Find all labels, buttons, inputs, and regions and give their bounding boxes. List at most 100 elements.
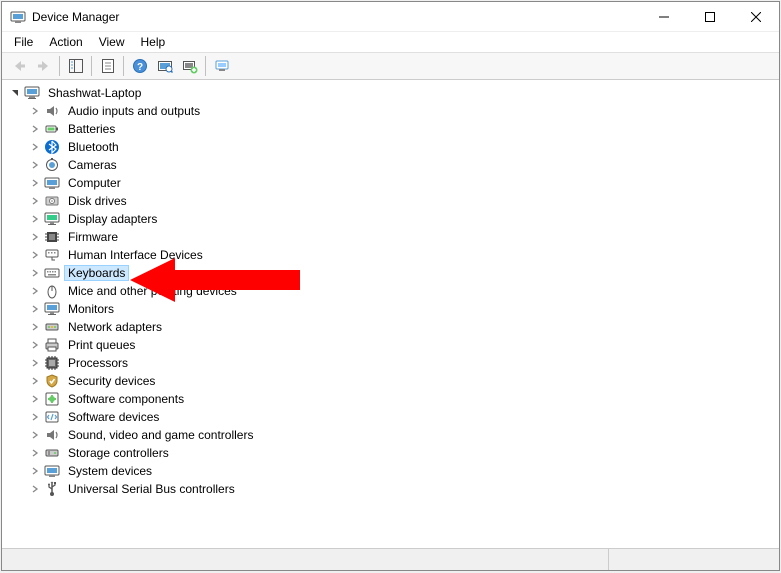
audio-icon bbox=[44, 103, 60, 119]
tree-category-node[interactable]: Human Interface Devices bbox=[2, 246, 779, 264]
tree-category-node[interactable]: Print queues bbox=[2, 336, 779, 354]
tree-category-node[interactable]: Firmware bbox=[2, 228, 779, 246]
tree-item-label: Print queues bbox=[64, 337, 139, 353]
menu-view[interactable]: View bbox=[91, 33, 133, 51]
computer-icon bbox=[44, 175, 60, 191]
tree-category-node[interactable]: Sound, video and game controllers bbox=[2, 426, 779, 444]
tree-item-label: System devices bbox=[64, 463, 156, 479]
tree-root-node[interactable]: Shashwat-Laptop bbox=[2, 84, 779, 102]
tree-item-label: Firmware bbox=[64, 229, 122, 245]
chevron-right-icon[interactable] bbox=[28, 158, 42, 172]
chevron-right-icon[interactable] bbox=[28, 140, 42, 154]
menubar: File Action View Help bbox=[2, 32, 779, 52]
tree-item-label: Processors bbox=[64, 355, 132, 371]
software-component-icon bbox=[44, 391, 60, 407]
chevron-right-icon[interactable] bbox=[28, 446, 42, 460]
device-tree[interactable]: Shashwat-Laptop Audio inputs and outputs… bbox=[2, 80, 779, 548]
tree-item-label: Mice and other pointing devices bbox=[64, 283, 241, 299]
devices-by-connection-button[interactable] bbox=[210, 55, 233, 77]
bluetooth-icon bbox=[44, 139, 60, 155]
chevron-right-icon[interactable] bbox=[28, 482, 42, 496]
tree-category-node[interactable]: Audio inputs and outputs bbox=[2, 102, 779, 120]
statusbar bbox=[2, 548, 779, 570]
chevron-right-icon[interactable] bbox=[28, 302, 42, 316]
chevron-right-icon[interactable] bbox=[28, 428, 42, 442]
toolbar: ? bbox=[2, 52, 779, 80]
tree-category-node[interactable]: System devices bbox=[2, 462, 779, 480]
tree-category-node[interactable]: Cameras bbox=[2, 156, 779, 174]
statusbar-cell bbox=[2, 549, 609, 570]
device-manager-window: Device Manager File Action View Help bbox=[1, 1, 780, 571]
camera-icon bbox=[44, 157, 60, 173]
tree-item-label: Software devices bbox=[64, 409, 163, 425]
chevron-right-icon[interactable] bbox=[28, 356, 42, 370]
chevron-right-icon[interactable] bbox=[28, 104, 42, 118]
toolbar-separator bbox=[59, 56, 60, 76]
tree-root-label: Shashwat-Laptop bbox=[44, 85, 145, 101]
chevron-right-icon[interactable] bbox=[28, 194, 42, 208]
chevron-right-icon[interactable] bbox=[28, 212, 42, 226]
help-button[interactable]: ? bbox=[128, 55, 151, 77]
menu-file[interactable]: File bbox=[6, 33, 41, 51]
cpu-icon bbox=[44, 355, 60, 371]
tree-item-label: Audio inputs and outputs bbox=[64, 103, 204, 119]
tree-item-label: Disk drives bbox=[64, 193, 131, 209]
tree-item-label: Cameras bbox=[64, 157, 121, 173]
minimize-button[interactable] bbox=[641, 2, 687, 32]
tree-category-node[interactable]: Software components bbox=[2, 390, 779, 408]
tree-category-node[interactable]: Network adapters bbox=[2, 318, 779, 336]
toolbar-separator bbox=[91, 56, 92, 76]
keyboard-icon bbox=[44, 265, 60, 281]
chevron-right-icon[interactable] bbox=[28, 266, 42, 280]
display-icon bbox=[44, 211, 60, 227]
properties-button[interactable] bbox=[96, 55, 119, 77]
tree-item-label: Storage controllers bbox=[64, 445, 173, 461]
tree-children: Audio inputs and outputsBatteriesBluetoo… bbox=[2, 102, 779, 498]
tree-item-label: Sound, video and game controllers bbox=[64, 427, 257, 443]
chevron-right-icon[interactable] bbox=[28, 410, 42, 424]
chevron-right-icon[interactable] bbox=[28, 338, 42, 352]
chevron-down-icon[interactable] bbox=[8, 86, 22, 100]
tree-item-label: Keyboards bbox=[64, 265, 129, 281]
close-button[interactable] bbox=[733, 2, 779, 32]
chevron-right-icon[interactable] bbox=[28, 374, 42, 388]
scan-hardware-button[interactable] bbox=[153, 55, 176, 77]
tree-category-node[interactable]: Batteries bbox=[2, 120, 779, 138]
tree-category-node[interactable]: Monitors bbox=[2, 300, 779, 318]
tree-item-label: Computer bbox=[64, 175, 125, 191]
statusbar-cell bbox=[609, 549, 779, 570]
svg-text:?: ? bbox=[136, 62, 142, 73]
tree-category-node[interactable]: Software devices bbox=[2, 408, 779, 426]
sound-icon bbox=[44, 427, 60, 443]
menu-help[interactable]: Help bbox=[133, 33, 174, 51]
mouse-icon bbox=[44, 283, 60, 299]
chevron-right-icon[interactable] bbox=[28, 284, 42, 298]
tree-category-node[interactable]: Disk drives bbox=[2, 192, 779, 210]
window-title: Device Manager bbox=[32, 10, 119, 24]
tree-category-node[interactable]: Universal Serial Bus controllers bbox=[2, 480, 779, 498]
tree-category-node[interactable]: Mice and other pointing devices bbox=[2, 282, 779, 300]
tree-item-label: Display adapters bbox=[64, 211, 161, 227]
maximize-button[interactable] bbox=[687, 2, 733, 32]
tree-item-label: Monitors bbox=[64, 301, 118, 317]
chevron-right-icon[interactable] bbox=[28, 320, 42, 334]
chevron-right-icon[interactable] bbox=[28, 230, 42, 244]
chevron-right-icon[interactable] bbox=[28, 122, 42, 136]
chevron-right-icon[interactable] bbox=[28, 464, 42, 478]
tree-category-node[interactable]: Computer bbox=[2, 174, 779, 192]
chevron-right-icon[interactable] bbox=[28, 392, 42, 406]
chevron-right-icon[interactable] bbox=[28, 248, 42, 262]
add-hardware-button[interactable] bbox=[178, 55, 201, 77]
chevron-right-icon[interactable] bbox=[28, 176, 42, 190]
storage-icon bbox=[44, 445, 60, 461]
toolbar-separator bbox=[205, 56, 206, 76]
tree-category-node[interactable]: Bluetooth bbox=[2, 138, 779, 156]
tree-category-node[interactable]: Display adapters bbox=[2, 210, 779, 228]
tree-category-node[interactable]: Storage controllers bbox=[2, 444, 779, 462]
show-hide-tree-button[interactable] bbox=[64, 55, 87, 77]
usb-icon bbox=[44, 481, 60, 497]
menu-action[interactable]: Action bbox=[41, 33, 90, 51]
tree-category-node[interactable]: Security devices bbox=[2, 372, 779, 390]
tree-category-node[interactable]: Processors bbox=[2, 354, 779, 372]
tree-category-node[interactable]: Keyboards bbox=[2, 264, 779, 282]
